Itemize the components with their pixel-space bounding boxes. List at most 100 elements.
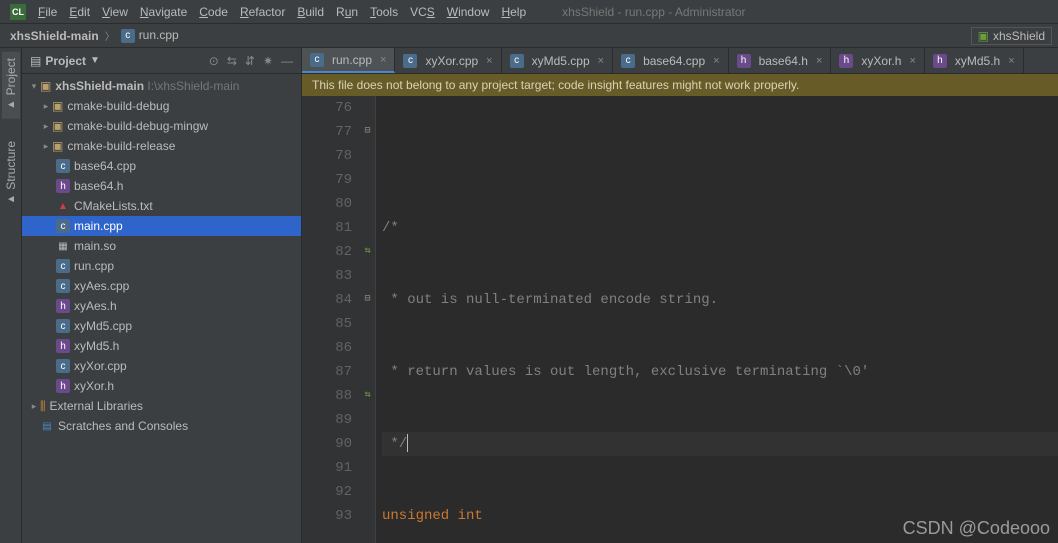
folder-icon: ▣	[40, 79, 51, 93]
menu-edit[interactable]: Edit	[63, 5, 96, 19]
caret-icon	[407, 434, 408, 452]
close-icon[interactable]: ×	[1008, 55, 1014, 67]
menu-window[interactable]: Window	[441, 5, 496, 19]
collapse-icon[interactable]: ⇵	[245, 54, 255, 68]
close-icon[interactable]: ×	[380, 54, 386, 66]
h-file-icon: h	[56, 179, 70, 193]
breadcrumb-root[interactable]: xhsShield-main	[8, 29, 101, 43]
cpp-file-icon: c	[621, 54, 635, 68]
tree-file[interactable]: hxyXor.h	[22, 376, 301, 396]
line-number-gutter: 767778798081828384858687888990919293	[302, 96, 360, 543]
folder-icon: ▣	[52, 119, 63, 133]
gutter-marks: ⊟⇆⊟⇆	[360, 96, 376, 543]
tree-scratches[interactable]: ▤Scratches and Consoles	[22, 416, 301, 436]
cpp-file-icon: c	[56, 159, 70, 173]
breadcrumb: xhsShield-main 〉 crun.cpp	[8, 28, 181, 43]
left-tool-stripe: ▸ Project ▸ Structure	[0, 48, 22, 543]
navigation-bar: xhsShield-main 〉 crun.cpp 👤▾ ↘	[0, 24, 1058, 48]
editor-warning-banner: This file does not belong to any project…	[302, 74, 1058, 96]
editor-tab[interactable]: cxyXor.cpp×	[395, 48, 501, 73]
h-file-icon: h	[56, 339, 70, 353]
watermark: CSDN @Codeooo	[903, 518, 1050, 539]
project-panel-title[interactable]: Project	[45, 54, 86, 68]
tree-file[interactable]: hbase64.h	[22, 176, 301, 196]
editor-tab[interactable]: hxyXor.h×	[831, 48, 924, 73]
tree-file[interactable]: crun.cpp	[22, 256, 301, 276]
folder-icon: ▣	[52, 139, 63, 153]
menu-help[interactable]: Help	[495, 5, 532, 19]
close-icon[interactable]: ×	[486, 55, 492, 67]
cpp-file-icon: c	[56, 259, 70, 273]
editor-area: crun.cpp× cxyXor.cpp× cxyMd5.cpp× cbase6…	[302, 48, 1058, 543]
binary-file-icon: ▦	[56, 239, 70, 253]
project-tree[interactable]: ▾▣xhsShield-main I:\xhsShield-main ▸▣cma…	[22, 74, 301, 543]
tree-file[interactable]: cxyXor.cpp	[22, 356, 301, 376]
h-file-icon: h	[56, 379, 70, 393]
cpp-file-icon: c	[56, 359, 70, 373]
cmake-file-icon: ▲	[56, 199, 70, 213]
tree-file[interactable]: cxyMd5.cpp	[22, 316, 301, 336]
chevron-right-icon: 〉	[105, 28, 115, 43]
tree-file[interactable]: cbase64.cpp	[22, 156, 301, 176]
tree-file[interactable]: hxyMd5.h	[22, 336, 301, 356]
cpp-file-icon: c	[403, 54, 417, 68]
project-tool-window: ▤ Project ▼ ⊙ ⇆ ⇵ ✷ — ▾▣xhsShield-main I…	[22, 48, 302, 543]
cpp-file-icon: c	[56, 279, 70, 293]
run-configuration-selector[interactable]: ▣ xhsShield	[971, 27, 1052, 45]
folder-icon: ▣	[52, 99, 63, 113]
side-tab-project[interactable]: ▸ Project	[2, 52, 20, 119]
h-file-icon: h	[933, 54, 947, 68]
editor-tab[interactable]: cxyMd5.cpp×	[502, 48, 613, 73]
h-file-icon: h	[737, 54, 751, 68]
library-icon: ⫼	[40, 399, 46, 414]
menu-view[interactable]: View	[96, 5, 134, 19]
tree-folder[interactable]: ▸▣cmake-build-debug-mingw	[22, 116, 301, 136]
cpp-file-icon: c	[310, 53, 324, 67]
menu-code[interactable]: Code	[193, 5, 234, 19]
menu-vcs[interactable]: VCS	[404, 5, 441, 19]
tree-file-selected[interactable]: cmain.cpp	[22, 216, 301, 236]
target-icon: ▣	[978, 29, 989, 43]
menu-navigate[interactable]: Navigate	[134, 5, 193, 19]
menu-bar: CL File Edit View Navigate Code Refactor…	[0, 0, 1058, 24]
menu-refactor[interactable]: Refactor	[234, 5, 291, 19]
menu-file[interactable]: File	[32, 5, 63, 19]
cpp-file-icon: c	[121, 29, 135, 43]
tree-folder[interactable]: ▸▣cmake-build-release	[22, 136, 301, 156]
tree-folder[interactable]: ▸▣cmake-build-debug	[22, 96, 301, 116]
window-title: xhsShield - run.cpp - Administrator	[562, 5, 745, 19]
expand-icon[interactable]: ⇆	[227, 54, 237, 68]
locate-icon[interactable]: ⊙	[209, 54, 219, 68]
project-dropdown-icon[interactable]: ▤	[30, 54, 41, 68]
tree-external-libraries[interactable]: ▸⫼External Libraries	[22, 396, 301, 416]
side-tab-structure[interactable]: ▸ Structure	[2, 135, 20, 213]
tree-file[interactable]: ▲CMakeLists.txt	[22, 196, 301, 216]
tree-file[interactable]: ▦main.so	[22, 236, 301, 256]
editor-tab[interactable]: hbase64.h×	[729, 48, 832, 73]
tree-file[interactable]: hxyAes.h	[22, 296, 301, 316]
settings-icon[interactable]: ✷	[263, 54, 273, 68]
close-icon[interactable]: ×	[909, 55, 915, 67]
app-logo: CL	[10, 4, 26, 20]
menu-run[interactable]: Run	[330, 5, 364, 19]
cpp-file-icon: c	[510, 54, 524, 68]
menu-build[interactable]: Build	[291, 5, 330, 19]
code-lines[interactable]: /* * out is null-terminated encode strin…	[376, 96, 1058, 543]
tree-file[interactable]: cxyAes.cpp	[22, 276, 301, 296]
editor-tab[interactable]: hxyMd5.h×	[925, 48, 1024, 73]
hide-icon[interactable]: —	[281, 54, 293, 68]
breadcrumb-file[interactable]: crun.cpp	[119, 28, 181, 43]
editor-tab[interactable]: crun.cpp×	[302, 48, 395, 73]
code-editor[interactable]: 767778798081828384858687888990919293 ⊟⇆⊟…	[302, 96, 1058, 543]
cpp-file-icon: c	[56, 319, 70, 333]
tree-root[interactable]: ▾▣xhsShield-main I:\xhsShield-main	[22, 76, 301, 96]
h-file-icon: h	[839, 54, 853, 68]
editor-tabs: crun.cpp× cxyXor.cpp× cxyMd5.cpp× cbase6…	[302, 48, 1058, 74]
editor-tab[interactable]: cbase64.cpp×	[613, 48, 729, 73]
close-icon[interactable]: ×	[713, 55, 719, 67]
close-icon[interactable]: ×	[816, 55, 822, 67]
cpp-file-icon: c	[56, 219, 70, 233]
close-icon[interactable]: ×	[598, 55, 604, 67]
menu-tools[interactable]: Tools	[364, 5, 404, 19]
scratch-icon: ▤	[40, 419, 54, 433]
